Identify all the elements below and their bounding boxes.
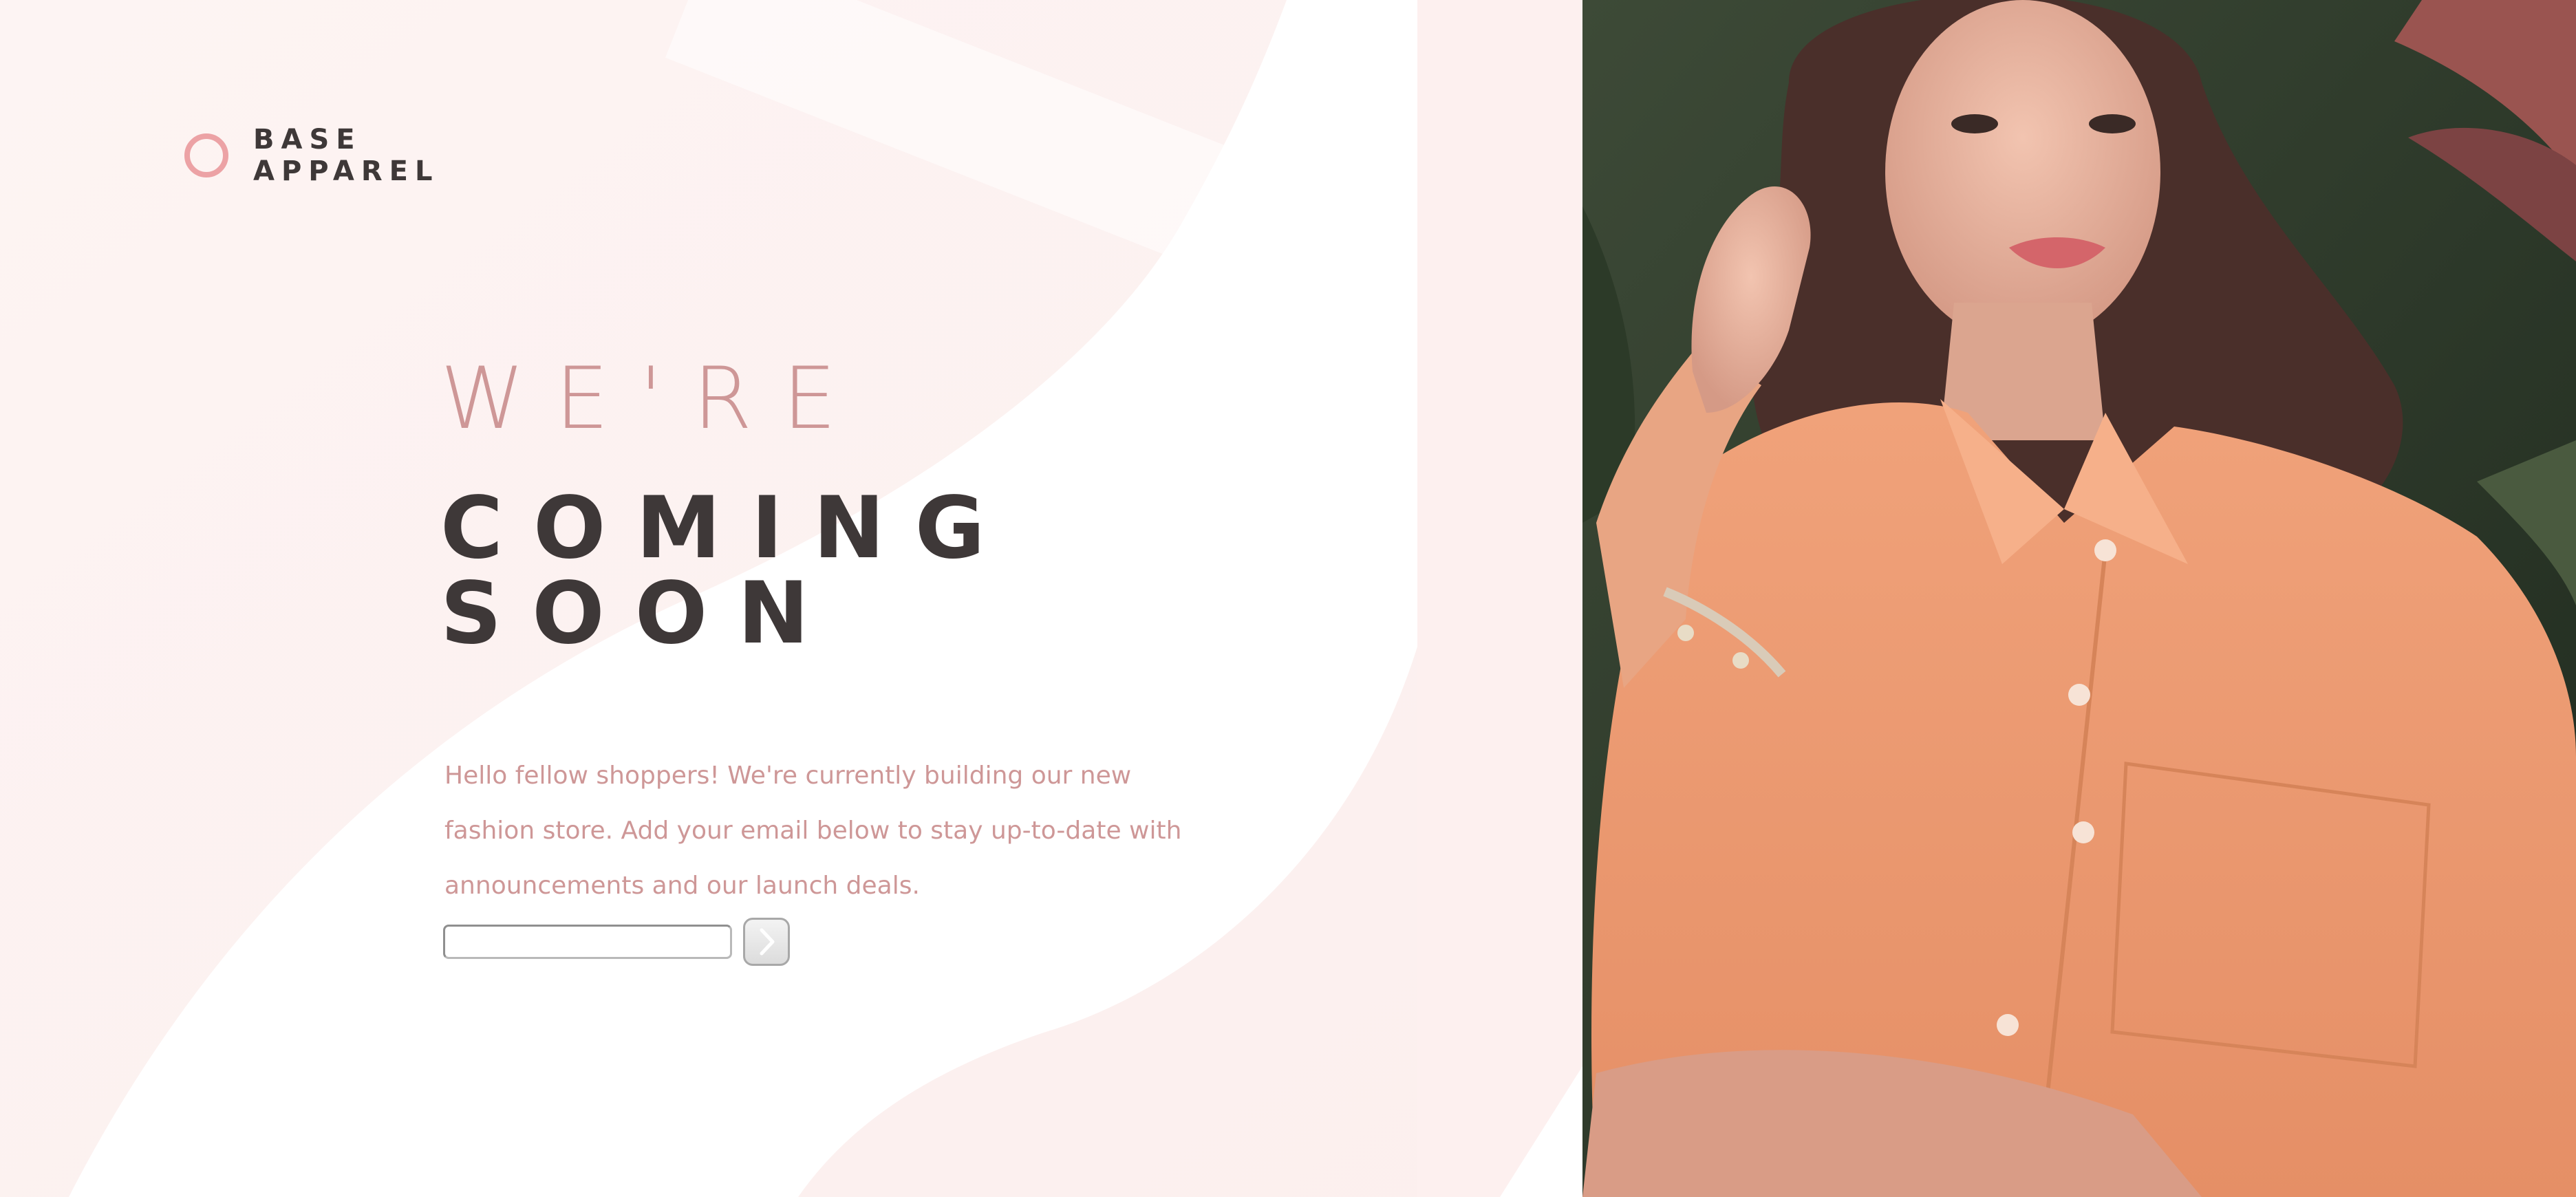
brand-name-line1: BASE <box>253 124 362 155</box>
arrow-right-icon <box>760 928 775 956</box>
hero-image <box>1582 0 2576 1197</box>
description-text: Hello fellow shoppers! We're currently b… <box>444 762 1182 900</box>
headline-dark-line1: COMING <box>440 479 1016 578</box>
page-headline: WE'RE COMING SOON <box>440 351 1016 656</box>
brand-logo[interactable]: BASE APPAREL <box>184 124 440 187</box>
submit-button[interactable] <box>743 918 790 966</box>
headline-light: WE'RE <box>440 349 867 449</box>
brand-name-line2: APPAREL <box>253 155 440 187</box>
email-input[interactable] <box>443 925 732 959</box>
coming-soon-page: BASE APPAREL WE'RE COMING SOON Hello fel… <box>0 0 2576 1197</box>
headline-dark-line2: SOON <box>440 564 839 663</box>
logo-ring-icon <box>184 133 228 177</box>
hero-model-photo <box>1582 0 2576 1197</box>
email-signup-form <box>443 918 790 966</box>
brand-name: BASE APPAREL <box>253 124 440 187</box>
